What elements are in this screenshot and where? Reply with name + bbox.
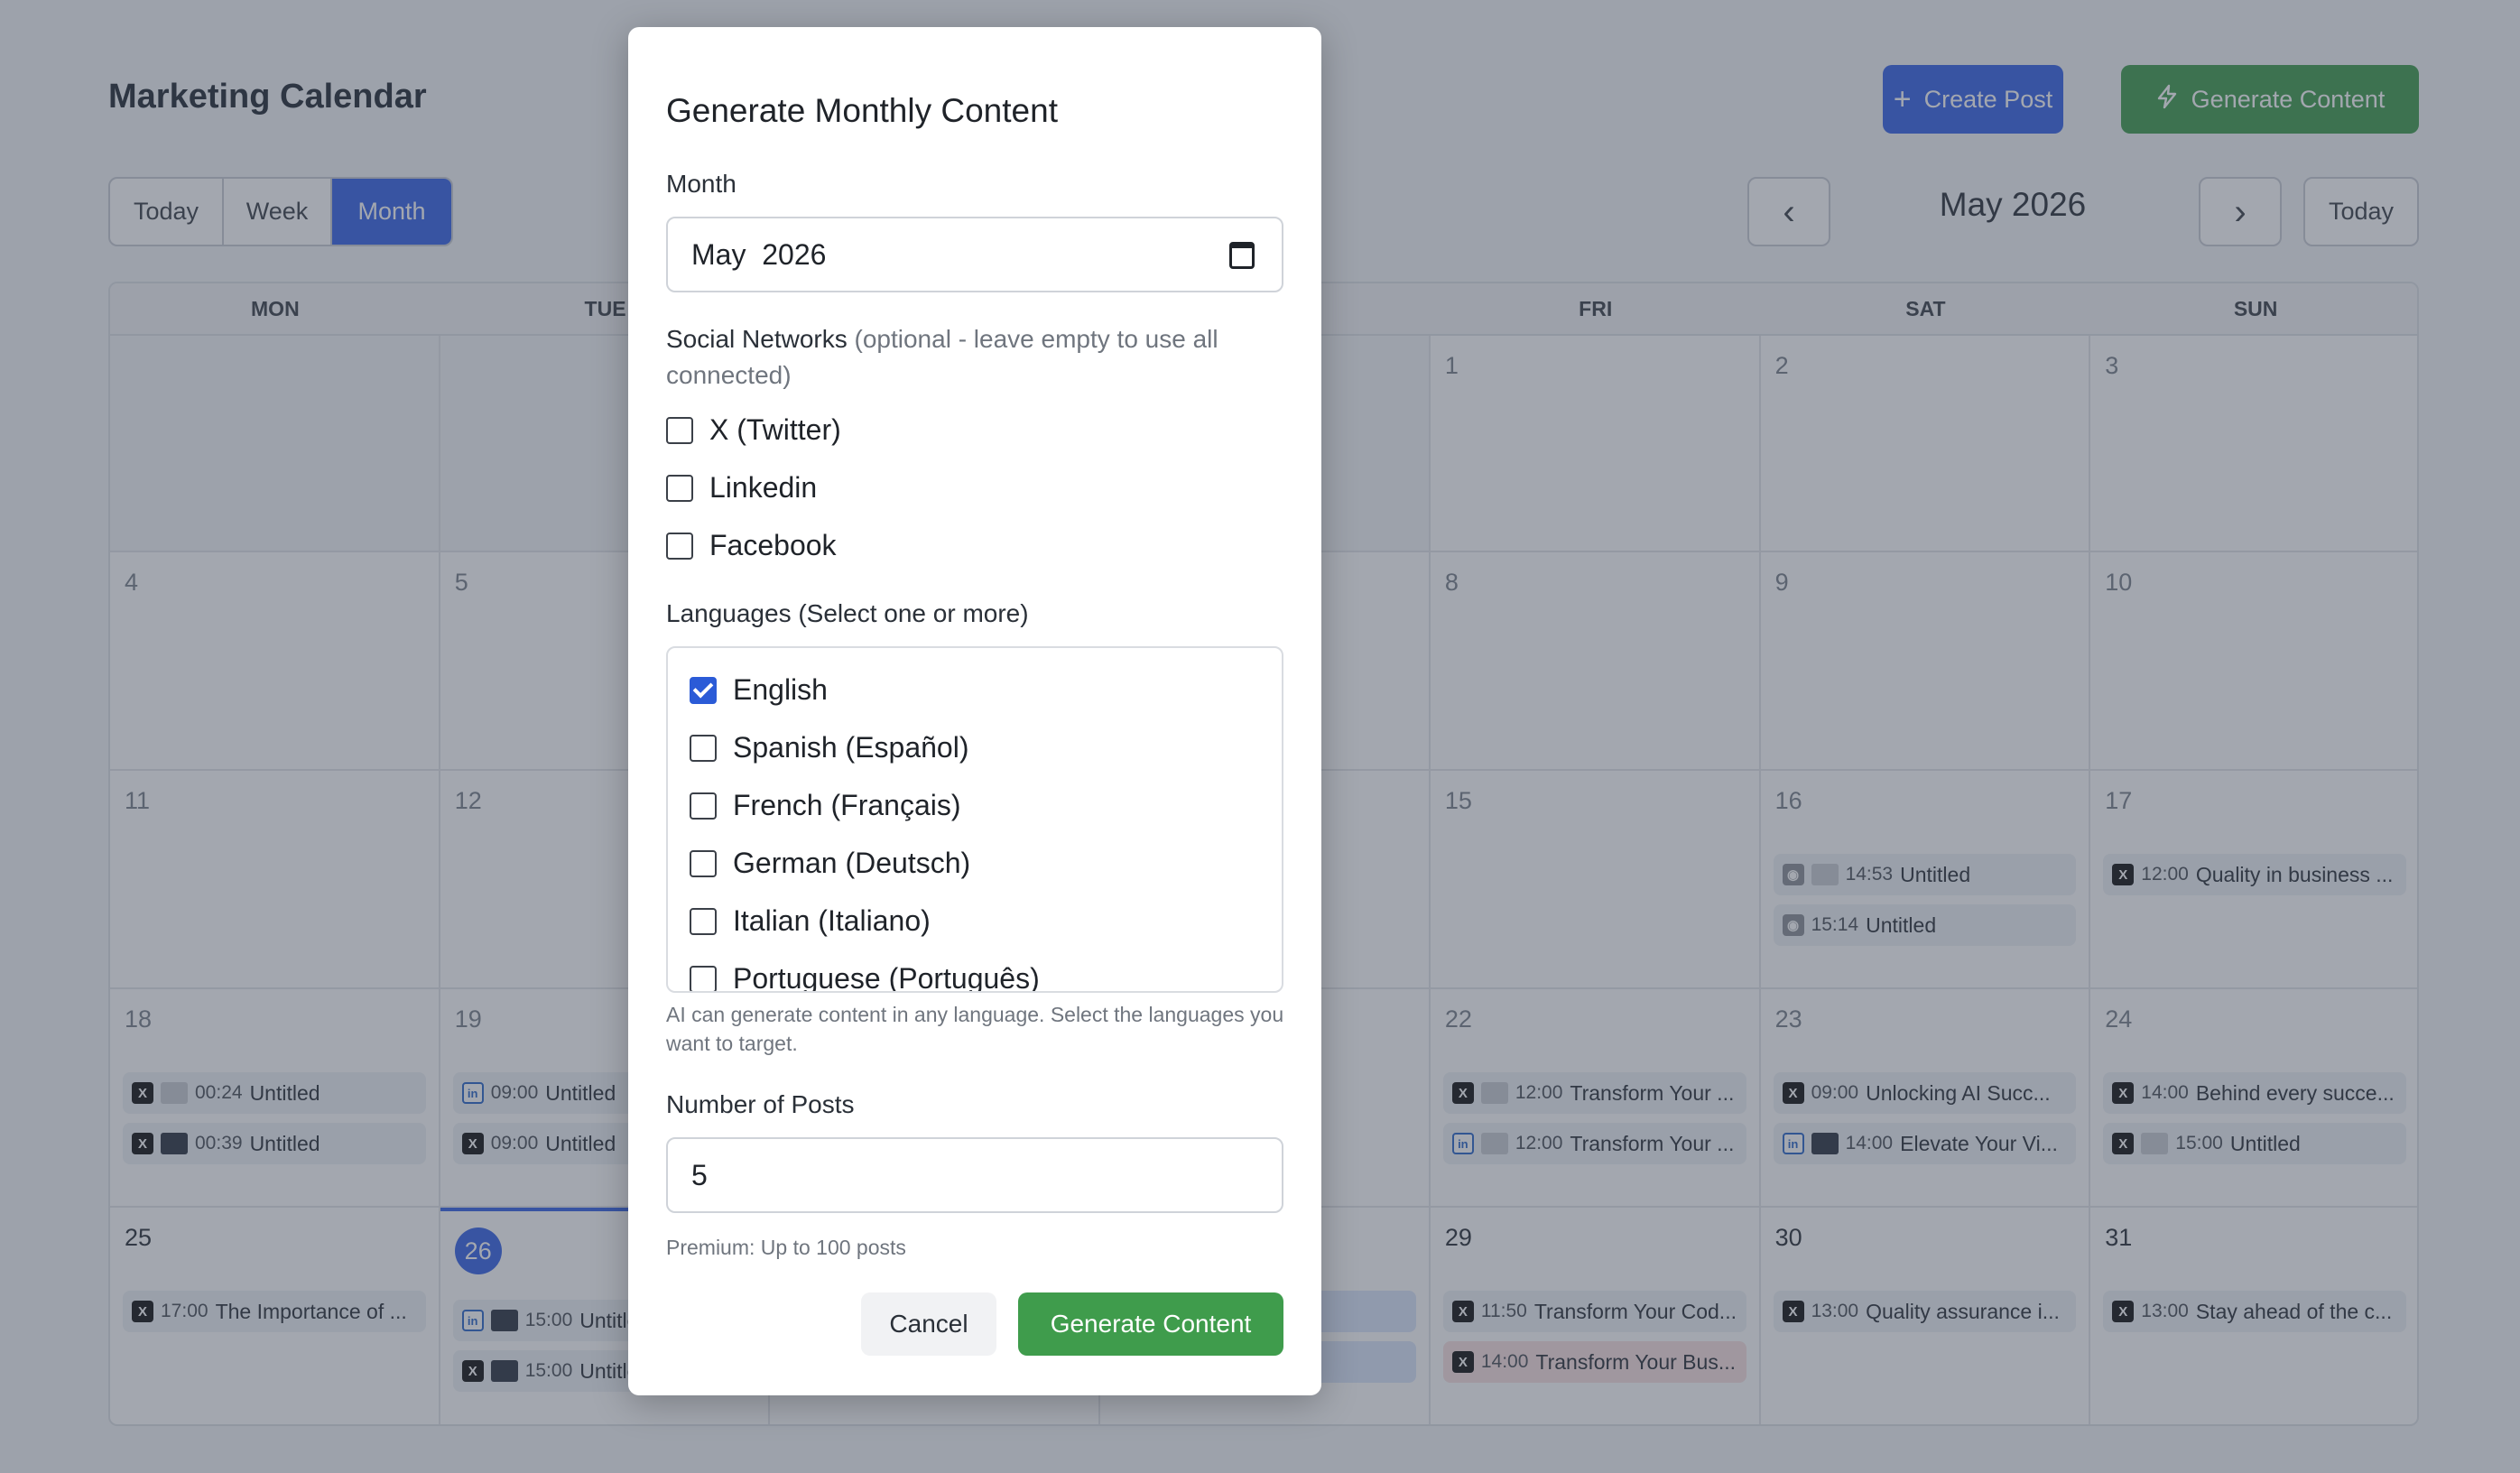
network-checkbox-x[interactable]: X (Twitter) (666, 413, 841, 447)
posts-input[interactable]: 5 (666, 1137, 1283, 1213)
checkbox-icon[interactable] (666, 532, 693, 560)
language-checkbox-portuguese[interactable]: Portuguese (Português) (690, 962, 1040, 993)
generate-content-modal: Generate Monthly Content Month May 2026 … (628, 27, 1321, 1395)
language-checkbox-english[interactable]: English (690, 673, 828, 707)
language-checkbox-spanish[interactable]: Spanish (Español) (690, 731, 968, 764)
language-checkbox-french[interactable]: French (Français) (690, 789, 961, 822)
language-label-spanish: Spanish (Español) (733, 731, 969, 764)
language-checkbox-italian[interactable]: Italian (Italiano) (690, 904, 931, 938)
month-input-value: May 2026 (691, 237, 827, 271)
network-checkbox-linkedin[interactable]: Linkedin (666, 471, 817, 505)
language-label-english: English (733, 673, 828, 706)
network-label-linkedin: Linkedin (709, 471, 818, 504)
social-networks-label: Social Networks (optional - leave empty … (666, 321, 1289, 394)
languages-list[interactable]: English Spanish (Español) French (França… (666, 646, 1283, 993)
checkbox-icon[interactable] (690, 907, 717, 935)
checkbox-icon[interactable] (690, 792, 717, 820)
languages-label: Languages (Select one or more) (666, 599, 1029, 627)
posts-hint: Premium: Up to 100 posts (666, 1236, 906, 1259)
checkbox-icon[interactable] (690, 965, 717, 991)
calendar-icon[interactable] (1229, 242, 1255, 269)
cancel-button[interactable]: Cancel (861, 1292, 996, 1356)
language-label-portuguese: Portuguese (Português) (733, 962, 1040, 993)
posts-label: Number of Posts (666, 1090, 855, 1118)
checkbox-checked-icon[interactable] (690, 676, 717, 704)
checkbox-icon[interactable] (690, 849, 717, 877)
network-checkbox-facebook[interactable]: Facebook (666, 529, 837, 562)
checkbox-icon[interactable] (666, 474, 693, 502)
modal-title: Generate Monthly Content (666, 92, 1058, 129)
network-label-x: X (Twitter) (709, 413, 841, 446)
checkbox-icon[interactable] (690, 734, 717, 762)
checkbox-icon[interactable] (666, 416, 693, 444)
language-checkbox-german[interactable]: German (Deutsch) (690, 847, 970, 880)
social-networks-title: Social Networks (666, 325, 848, 353)
language-label-italian: Italian (Italiano) (733, 904, 931, 937)
language-label-french: French (Français) (733, 789, 961, 821)
network-label-facebook: Facebook (709, 529, 837, 561)
submit-generate-button[interactable]: Generate Content (1018, 1292, 1283, 1356)
posts-input-value: 5 (691, 1158, 708, 1191)
language-label-german: German (Deutsch) (733, 847, 971, 879)
languages-hint: AI can generate content in any language.… (666, 1003, 1284, 1055)
month-input[interactable]: May 2026 (666, 217, 1283, 292)
month-field-label: Month (666, 170, 737, 198)
